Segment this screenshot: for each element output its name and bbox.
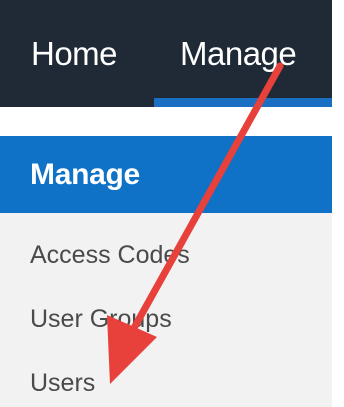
sidebar-item-user-groups[interactable]: User Groups (0, 289, 332, 349)
nav-tab-home[interactable]: Home (31, 0, 118, 107)
header-spacer (0, 107, 344, 136)
top-navigation-bar: Home Manage (0, 0, 344, 107)
sidebar-header: Manage (0, 136, 332, 213)
app-screen: Home Manage Manage Access Codes User Gro… (0, 0, 344, 407)
sidebar-item-users[interactable]: Users (0, 353, 332, 407)
sidebar-menu: Manage Access Codes User Groups Users (0, 136, 332, 407)
sidebar-item-access-codes[interactable]: Access Codes (0, 225, 332, 285)
nav-tab-manage[interactable]: Manage (154, 0, 332, 107)
